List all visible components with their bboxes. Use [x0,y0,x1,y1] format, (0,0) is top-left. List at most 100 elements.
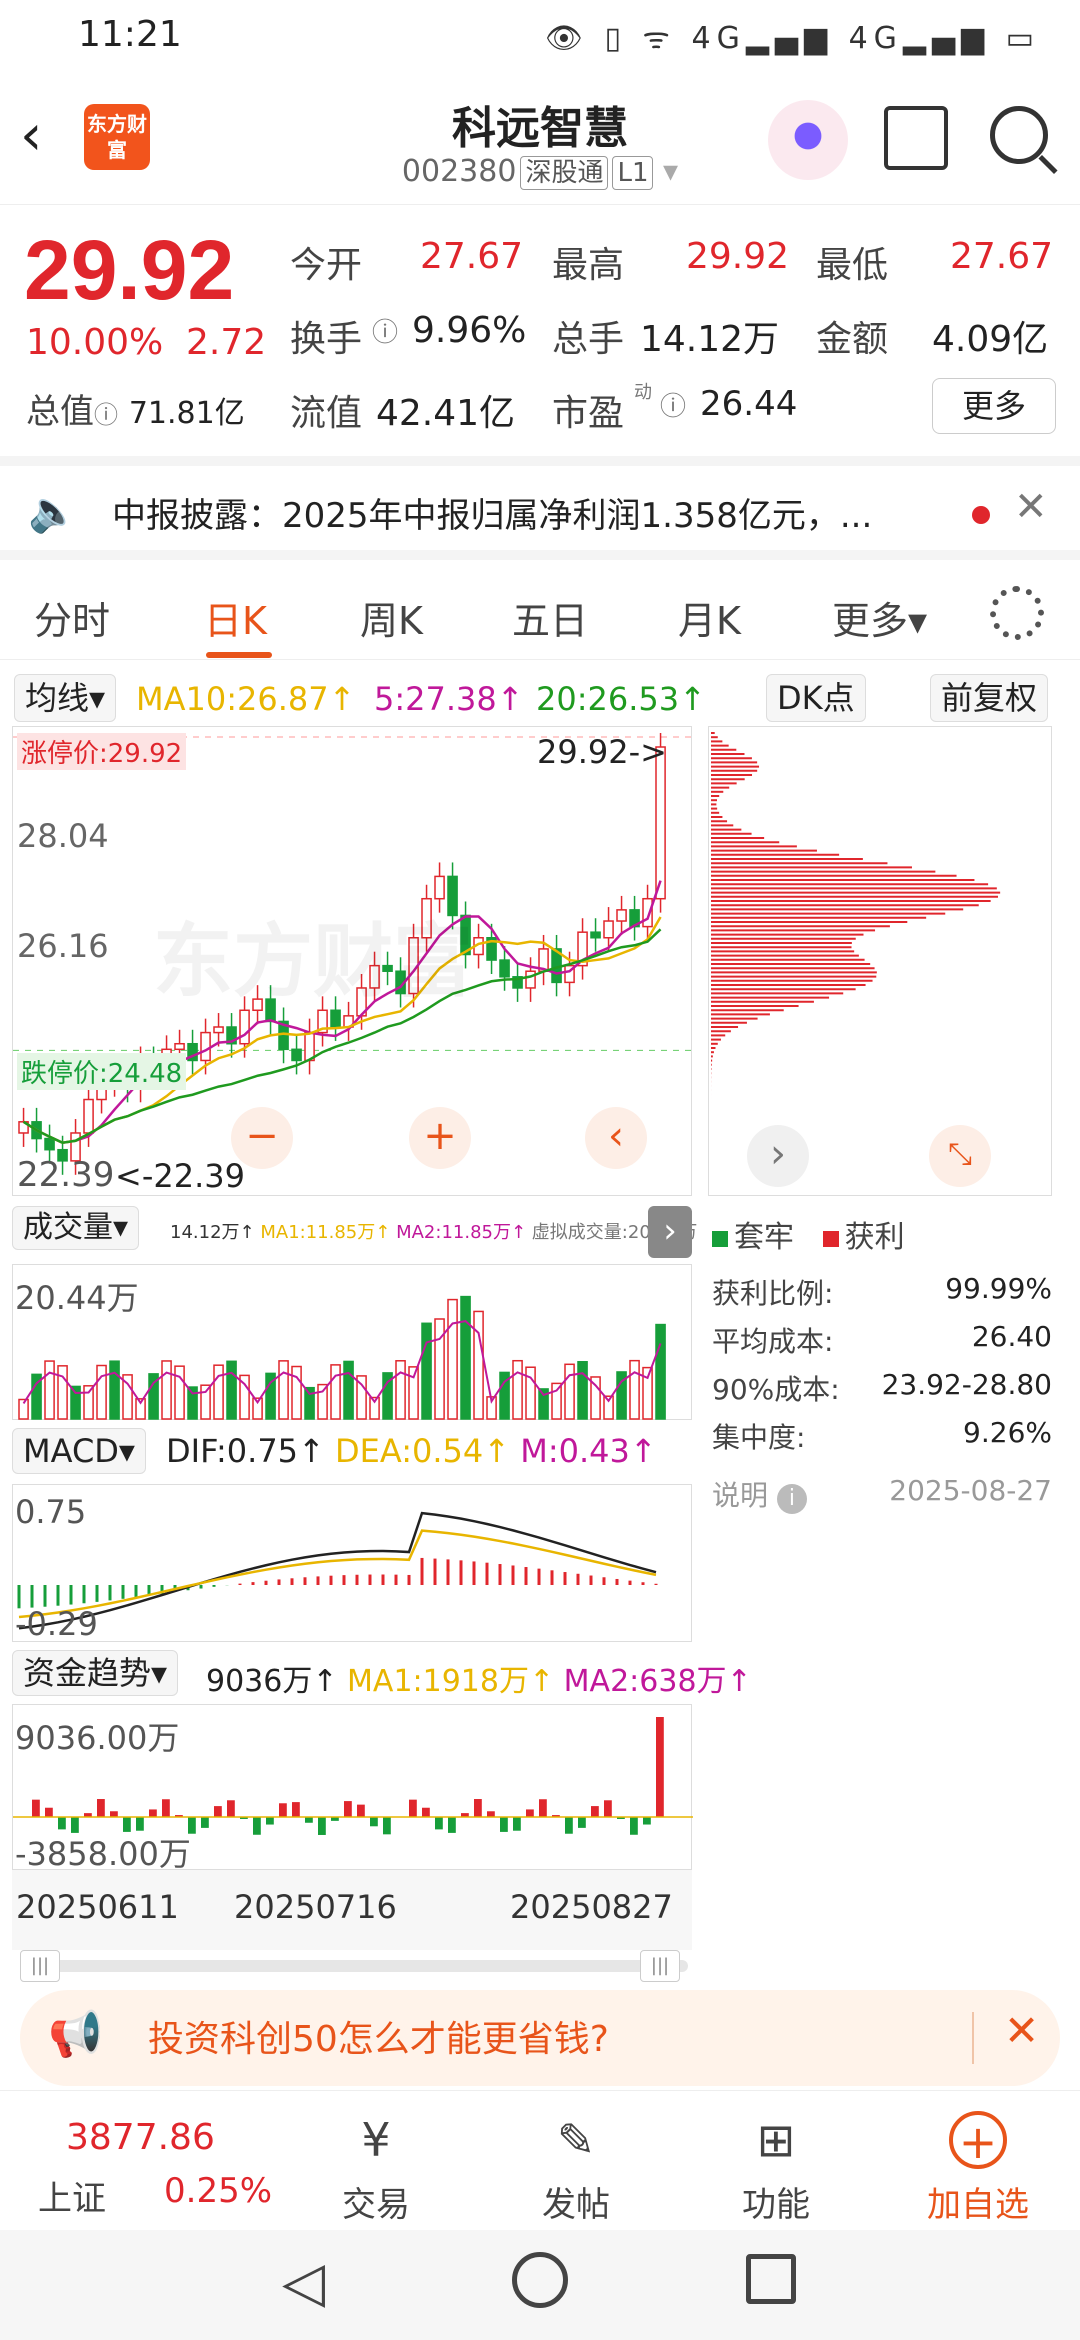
concentration-row: 集中度: 9.26% [712,1416,1052,1456]
chip-distribution-chart [711,732,1001,1133]
volume-bar [226,1360,237,1420]
limit-down-label: 跌停价:24.48 [17,1053,187,1090]
chip-date: 2025-08-27 [889,1474,1052,1507]
assistant-avatar-icon[interactable] [768,100,848,180]
chevron-down-icon[interactable]: ▾ [663,154,678,189]
close-icon[interactable]: ✕ [1014,484,1048,530]
macd-pane[interactable]: 0.75 -0.29 [12,1484,692,1643]
chevron-right-icon[interactable]: › [747,1125,809,1187]
profit-ratio-value: 99.99% [945,1272,1052,1305]
more-button[interactable]: 更多 [932,378,1056,434]
macd-dif: DIF:0.75↑ [166,1432,325,1470]
legend-swatch-trapped [712,1231,728,1247]
kline-pane[interactable]: 28.04 26.16 涨停价:29.92 跌停价:24.48 29.92-> … [12,726,693,1196]
volume-pane[interactable]: 20.44万 [12,1264,692,1420]
ma-selector[interactable]: 均线▾ [14,674,117,722]
fund-bar [435,1817,443,1830]
share-icon[interactable] [884,106,948,170]
tab-monthly-k[interactable]: 月K [678,590,741,645]
scroll-left-button[interactable]: ‹ [585,1107,647,1169]
volume-bar [70,1385,81,1420]
limit-up-label: 涨停价:29.92 [17,733,187,770]
expand-icon[interactable]: ⤡ [929,1125,991,1187]
tab-intraday[interactable]: 分时 [34,590,110,645]
range-slider-left-handle[interactable]: ||| [20,1950,60,1982]
pe-dynamic-mark: 动 [634,382,652,403]
chip-distribution-pane[interactable]: › ⤡ [708,726,1052,1196]
info-icon[interactable]: i [776,1484,807,1514]
y-tick-upper: 28.04 [17,817,109,855]
range-slider-right-handle[interactable]: ||| [640,1950,680,1982]
candle [603,920,614,939]
recents-nav-icon[interactable] [746,2254,796,2304]
function-label: 功能 [742,2185,810,2225]
high-marker: 29.92-> [537,733,667,771]
announcement-text[interactable]: 中报披露：2025年中报归属净利润1.358亿元，... [112,488,932,537]
add-watchlist-button[interactable]: + 加自选 [898,2111,1058,2226]
volume-bar [512,1359,523,1420]
fund-trend-pane[interactable]: 9036.00万 -3858.00万 [12,1704,693,1873]
fund-bar [279,1803,287,1817]
volume-bar [174,1365,185,1420]
tag-level[interactable]: L1 [612,156,654,190]
tab-five-day[interactable]: 五日 [512,590,588,645]
volume-bar [577,1361,588,1420]
dk-point-button[interactable]: DK点 [766,674,866,722]
chip-legend: 套牢 获利 [712,1212,905,1256]
index-value[interactable]: 3877.86 [66,2117,215,2158]
mcap-label: 总值 [26,392,94,432]
fund-bar [539,1799,547,1817]
gear-icon[interactable] [990,586,1044,640]
index-name[interactable]: 上证 [38,2171,106,2220]
profit-ratio-label: 获利比例: [712,1277,834,1310]
market-cap-row: 总值ⓘ 71.81亿 [26,384,245,433]
announcement-bar[interactable]: 🔈 中报披露：2025年中报归属净利润1.358亿元，... ✕ [0,456,1080,560]
home-nav-icon[interactable] [512,2252,568,2308]
pe-value: 26.44 [700,384,798,424]
volume-bar [564,1363,575,1420]
fund-bar [591,1806,599,1817]
tab-daily-k[interactable]: 日K [204,590,267,645]
volume-bar [655,1323,666,1420]
edit-icon: ✎ [556,2113,596,2167]
expand-panel-button[interactable]: › [648,1206,692,1258]
search-icon[interactable] [990,106,1048,164]
profit-ratio-row: 获利比例: 99.99% [712,1272,1052,1312]
cost90-value: 23.92-28.80 [881,1368,1052,1401]
trade-button[interactable]: ¥ 交易 [296,2111,456,2226]
float-value: 42.41亿 [376,393,516,434]
macd-selector[interactable]: MACD▾ [12,1428,146,1474]
promo-text[interactable]: 投资科创50怎么才能更省钱? [148,2010,609,2062]
note-label[interactable]: 说明 [712,1479,768,1512]
candle [213,1026,224,1034]
close-icon[interactable]: ✕ [1004,2006,1039,2055]
x-axis: 20250611 20250716 20250827 [12,1870,692,1950]
candle [200,1031,211,1062]
info-icon[interactable]: ⓘ [94,401,118,429]
plus-icon: + [949,2111,1007,2169]
tab-more[interactable]: 更多▾ [832,590,927,645]
fund-bar [370,1817,378,1827]
zoom-out-button[interactable]: − [231,1107,293,1169]
cost90-row: 90%成本: 23.92-28.80 [712,1368,1052,1408]
info-icon[interactable]: ⓘ [660,386,686,423]
tag-hk-connect: 深股通 [520,156,609,190]
promo-banner[interactable]: 📢 投资科创50怎么才能更省钱? ✕ [20,1990,1060,2086]
low-marker: 22.39 [17,1155,115,1195]
post-button[interactable]: ✎ 发帖 [496,2111,656,2226]
back-nav-icon[interactable]: ◁ [282,2250,325,2315]
info-icon[interactable]: ⓘ [372,312,398,349]
volume-selector[interactable]: 成交量▾ [12,1206,140,1250]
low-marker-arrow: <-22.39 [115,1157,245,1195]
fund-trend-selector[interactable]: 资金趋势▾ [12,1650,179,1696]
fund-bar [32,1799,40,1817]
stock-code: 002380 [401,154,517,189]
range-slider-track[interactable] [24,1960,688,1972]
index-percent[interactable]: 0.25% [164,2171,272,2211]
zoom-in-button[interactable]: + [409,1107,471,1169]
tab-weekly-k[interactable]: 周K [360,590,423,645]
adjust-button[interactable]: 前复权 [930,674,1049,722]
x-label-end: 20250827 [510,1888,673,1926]
function-button[interactable]: ⊞ 功能 [696,2111,856,2226]
chip-note-row[interactable]: 说明 i 2025-08-27 [712,1474,1052,1514]
